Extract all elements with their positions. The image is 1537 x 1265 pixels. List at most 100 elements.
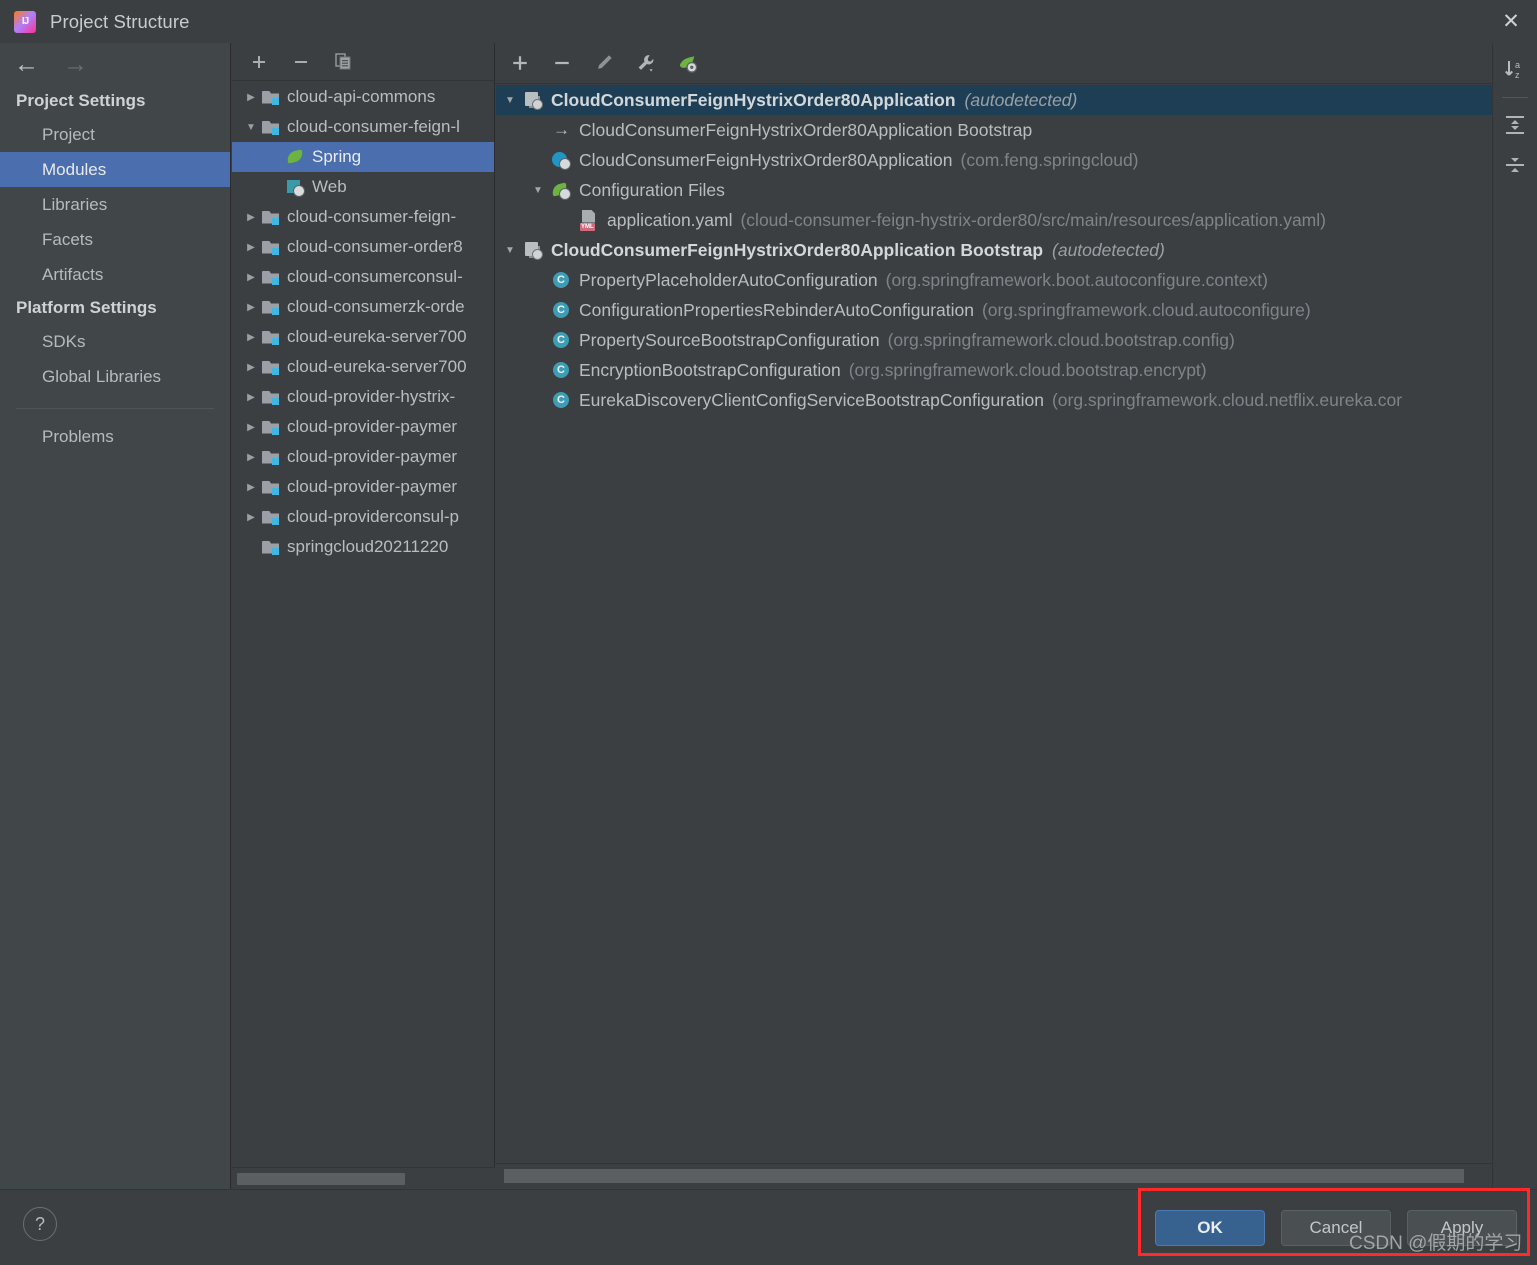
chevron-right-icon[interactable] bbox=[240, 332, 262, 343]
module-tree-row[interactable]: springcloud20211220 bbox=[232, 532, 494, 562]
dialog-footer: ? OK Cancel Apply bbox=[0, 1189, 1537, 1265]
spring-config-files-icon bbox=[552, 181, 571, 200]
facet-tree-row-label: Configuration Files bbox=[579, 179, 725, 200]
close-icon[interactable]: ✕ bbox=[1485, 0, 1537, 43]
detail-hscrollbar-track[interactable] bbox=[496, 1163, 1492, 1189]
module-tree-row[interactable]: cloud-consumerzk-orde bbox=[232, 292, 494, 322]
module-tree-row-label: cloud-provider-hystrix- bbox=[287, 387, 456, 406]
arrow-right-icon[interactable]: → bbox=[63, 51, 88, 77]
facet-tree-row-package: (org.springframework.cloud.autoconfigure… bbox=[981, 299, 1311, 320]
module-icon bbox=[262, 360, 279, 375]
modules-hscrollbar-track[interactable] bbox=[232, 1167, 495, 1189]
module-tree-row[interactable]: cloud-provider-paymer bbox=[232, 412, 494, 442]
module-tree-row[interactable]: cloud-provider-paymer bbox=[232, 472, 494, 502]
facet-tree-row[interactable]: EurekaDiscoveryClientConfigServiceBootst… bbox=[496, 385, 1492, 415]
chevron-right-icon[interactable] bbox=[240, 512, 262, 523]
sidebar-item-artifacts[interactable]: Artifacts bbox=[0, 257, 230, 292]
copy-module-button[interactable] bbox=[333, 52, 353, 72]
module-tree-row-label: cloud-eureka-server700 bbox=[287, 327, 467, 346]
sidebar-item-facets[interactable]: Facets bbox=[0, 222, 230, 257]
facet-tree-row[interactable]: ConfigurationPropertiesRebinderAutoConfi… bbox=[496, 295, 1492, 325]
expand-all-icon[interactable] bbox=[1498, 108, 1532, 142]
modules-tree[interactable]: cloud-api-commons cloud-consumer-feign-l S… bbox=[232, 82, 494, 1159]
module-tree-row[interactable]: Spring bbox=[232, 142, 494, 172]
module-tree-row[interactable]: cloud-consumerconsul- bbox=[232, 262, 494, 292]
chevron-right-icon[interactable] bbox=[240, 242, 262, 253]
modules-hscrollbar-thumb[interactable] bbox=[237, 1173, 405, 1185]
module-tree-row[interactable]: cloud-eureka-server700 bbox=[232, 352, 494, 382]
wrench-icon[interactable] bbox=[636, 53, 656, 73]
facet-tree-row[interactable]: CloudConsumerFeignHystrixOrder80Applicat… bbox=[496, 145, 1492, 175]
facet-tree-row[interactable]: PropertySourceBootstrapConfiguration (org… bbox=[496, 325, 1492, 355]
remove-module-button[interactable] bbox=[291, 52, 311, 72]
module-icon bbox=[262, 420, 279, 435]
svg-text:z: z bbox=[1515, 70, 1520, 80]
facet-tree-row-autodetected-badge: (autodetected) bbox=[1052, 239, 1165, 260]
remove-facet-button[interactable] bbox=[552, 53, 572, 73]
sidebar-item-global-libraries[interactable]: Global Libraries bbox=[0, 359, 230, 394]
facet-tree-row[interactable]: PropertyPlaceholderAutoConfiguration (org… bbox=[496, 265, 1492, 295]
sidebar-item-libraries[interactable]: Libraries bbox=[0, 187, 230, 222]
collapse-all-icon[interactable] bbox=[1498, 148, 1532, 182]
svg-text:a: a bbox=[1515, 60, 1520, 70]
module-tree-row[interactable]: Web bbox=[232, 172, 494, 202]
chevron-right-icon[interactable] bbox=[240, 452, 262, 463]
facet-tree-row-autodetected-badge: (autodetected) bbox=[964, 89, 1078, 110]
edit-facet-button[interactable] bbox=[594, 53, 614, 73]
chevron-down-icon[interactable] bbox=[496, 245, 524, 256]
help-button[interactable]: ? bbox=[23, 1207, 57, 1241]
chevron-right-icon[interactable] bbox=[240, 272, 262, 283]
spring-icon bbox=[286, 148, 304, 166]
module-tree-row[interactable]: cloud-consumer-feign-l bbox=[232, 112, 494, 142]
facet-tree-row[interactable]: CloudConsumerFeignHystrixOrder80Applicat… bbox=[496, 235, 1492, 265]
chevron-right-icon[interactable] bbox=[240, 212, 262, 223]
module-tree-row-label: cloud-consumerzk-orde bbox=[287, 297, 465, 316]
chevron-right-icon[interactable] bbox=[240, 92, 262, 103]
sidebar-item-modules[interactable]: Modules bbox=[0, 152, 230, 187]
facet-tree-row[interactable]: application.yaml (cloud-consumer-feign-hy… bbox=[496, 205, 1492, 235]
facet-tree-row[interactable]: EncryptionBootstrapConfiguration (org.spr… bbox=[496, 355, 1492, 385]
facet-tree-row[interactable]: Configuration Files bbox=[496, 175, 1492, 205]
detail-hscrollbar-thumb[interactable] bbox=[504, 1169, 1464, 1183]
sidebar-item-project[interactable]: Project bbox=[0, 117, 230, 152]
facet-tree[interactable]: CloudConsumerFeignHystrixOrder80Applicat… bbox=[496, 85, 1492, 1161]
module-tree-row[interactable]: cloud-api-commons bbox=[232, 82, 494, 112]
module-tree-row[interactable]: cloud-provider-hystrix- bbox=[232, 382, 494, 412]
arrow-left-icon[interactable]: ← bbox=[14, 51, 39, 77]
ok-button[interactable]: OK bbox=[1155, 1210, 1265, 1246]
class-icon bbox=[552, 301, 571, 320]
chevron-down-icon[interactable] bbox=[240, 122, 262, 133]
module-tree-row[interactable]: cloud-consumer-feign- bbox=[232, 202, 494, 232]
sidebar-item-problems[interactable]: Problems bbox=[0, 419, 230, 454]
class-icon bbox=[552, 331, 571, 350]
module-tree-row-label: cloud-consumer-feign-l bbox=[287, 117, 460, 136]
module-tree-row[interactable]: cloud-providerconsul-p bbox=[232, 502, 494, 532]
chevron-right-icon[interactable] bbox=[240, 302, 262, 313]
facet-tree-row-package: (org.springframework.cloud.bootstrap.enc… bbox=[848, 359, 1207, 380]
sidebar-nav-row: ← → bbox=[0, 43, 230, 85]
add-facet-button[interactable] bbox=[510, 53, 530, 73]
chevron-right-icon[interactable] bbox=[240, 482, 262, 493]
module-tree-row[interactable]: cloud-consumer-order8 bbox=[232, 232, 494, 262]
chevron-down-icon[interactable] bbox=[524, 185, 552, 196]
chevron-right-icon[interactable] bbox=[240, 422, 262, 433]
module-icon bbox=[262, 90, 279, 105]
sidebar-item-sdks[interactable]: SDKs bbox=[0, 324, 230, 359]
module-tree-row[interactable]: cloud-eureka-server700 bbox=[232, 322, 494, 352]
modules-toolbar bbox=[232, 43, 494, 81]
facet-tree-row-package: (cloud-consumer-feign-hystrix-order80/sr… bbox=[740, 209, 1326, 230]
facet-tree-row[interactable]: CloudConsumerFeignHystrixOrder80Applicat… bbox=[496, 85, 1492, 115]
facet-tree-row[interactable]: → CloudConsumerFeignHystrixOrder80Applica… bbox=[496, 115, 1492, 145]
spring-leaf-icon[interactable] bbox=[678, 53, 698, 73]
module-tree-row[interactable]: cloud-provider-paymer bbox=[232, 442, 494, 472]
facet-toolbar bbox=[496, 43, 1492, 84]
spring-context-icon bbox=[524, 241, 543, 260]
title-bar: Project Structure ✕ bbox=[0, 0, 1537, 43]
chevron-down-icon[interactable] bbox=[496, 95, 524, 106]
class-icon bbox=[552, 391, 571, 410]
chevron-right-icon[interactable] bbox=[240, 392, 262, 403]
settings-sidebar: ← → Project Settings Project Modules Lib… bbox=[0, 43, 231, 1189]
sort-alphabetically-icon[interactable]: a z bbox=[1498, 53, 1532, 87]
chevron-right-icon[interactable] bbox=[240, 362, 262, 373]
add-module-button[interactable] bbox=[249, 52, 269, 72]
